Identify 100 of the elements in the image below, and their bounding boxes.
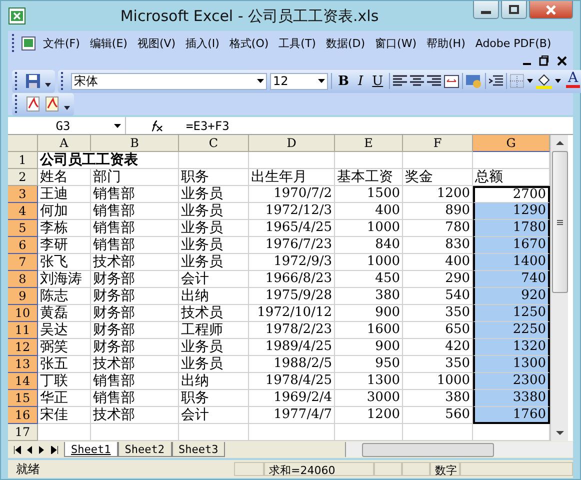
row-header[interactable]: 5	[8, 220, 38, 237]
dropdown-arrow-icon[interactable]	[257, 79, 264, 83]
last-sheet-icon[interactable]	[51, 446, 58, 454]
worksheet-icon[interactable]	[21, 35, 37, 51]
restore-icon[interactable]	[509, 5, 519, 14]
menu-item[interactable]: 数据(D)	[322, 34, 370, 52]
menu-item[interactable]: 编辑(E)	[86, 34, 132, 52]
bold-button[interactable]: B	[335, 72, 352, 90]
restore-button[interactable]	[501, 1, 527, 19]
underline-button[interactable]: U	[369, 72, 386, 90]
menu-item[interactable]: 帮助(H)	[422, 34, 470, 52]
table-cell: 1500	[335, 186, 403, 203]
column-header[interactable]: E	[335, 135, 403, 152]
table-cell: 1400	[473, 254, 550, 271]
previous-sheet-icon[interactable]	[27, 446, 33, 454]
table-cell: 技术员	[179, 305, 249, 322]
menu-item[interactable]: 文件(F)	[39, 34, 84, 52]
table-cell: 李栋	[38, 220, 91, 237]
table-cell: 技术部	[91, 254, 179, 271]
font-size-dropdown[interactable]: 12	[270, 72, 328, 90]
table-cell: 1250	[473, 305, 550, 322]
table-cell: 1670	[473, 237, 550, 254]
fill-color-icon[interactable]	[536, 73, 552, 89]
table-cell: 会计	[179, 407, 249, 424]
table-cell: 出纳	[179, 288, 249, 305]
restore-icon[interactable]	[539, 55, 549, 67]
next-sheet-icon[interactable]	[39, 446, 45, 454]
pdf-icon[interactable]	[25, 96, 41, 112]
menu-item[interactable]: Adobe PDF(B)	[471, 34, 556, 52]
table-cell: 业务员	[179, 186, 249, 203]
column-header[interactable]: D	[249, 135, 335, 152]
align-right-icon[interactable]	[427, 75, 442, 87]
pdf-icon[interactable]	[44, 96, 60, 112]
table-cell: 销售部	[91, 220, 179, 237]
close-button[interactable]	[529, 1, 573, 19]
row-header[interactable]: 11	[8, 322, 38, 339]
table-cell: 1978/4/25	[249, 373, 335, 390]
table-cell: 财务部	[91, 271, 179, 288]
row-header[interactable]: 7	[8, 254, 38, 271]
column-header[interactable]: F	[403, 135, 473, 152]
row-header[interactable]: 17	[8, 424, 38, 441]
sheet-tab[interactable]: Sheet1	[64, 442, 118, 457]
empty-cell	[403, 152, 473, 169]
column-header[interactable]: G	[473, 135, 550, 152]
align-left-icon[interactable]	[393, 75, 408, 87]
merge-center-icon[interactable]	[444, 74, 460, 88]
sum-readout: 求和=24060	[264, 462, 374, 476]
menu-item[interactable]: 工具(T)	[274, 34, 320, 52]
menu-item[interactable]: 视图(V)	[133, 34, 180, 52]
menu-item[interactable]: 插入(I)	[182, 34, 224, 52]
align-center-icon[interactable]	[410, 75, 424, 87]
column-header[interactable]: C	[179, 135, 249, 152]
column-header[interactable]: B	[91, 135, 179, 152]
column-header[interactable]: A	[38, 135, 91, 152]
font-color-button[interactable]: A	[564, 71, 581, 91]
excel-icon[interactable]	[8, 7, 26, 25]
row-header[interactable]: 3	[8, 186, 38, 203]
table-cell: 业务员	[179, 203, 249, 220]
row-header[interactable]: 8	[8, 271, 38, 288]
menu-item[interactable]: 格式(O)	[225, 34, 273, 52]
formula-field[interactable]: =E3+F3	[186, 118, 230, 132]
row-header[interactable]: 6	[8, 237, 38, 254]
dropdown-arrow-icon[interactable]	[527, 79, 534, 83]
function-icon[interactable]	[149, 120, 163, 132]
table-cell: 1300	[473, 356, 550, 373]
table-cell: 1988/2/5	[249, 356, 335, 373]
italic-button[interactable]: I	[355, 72, 366, 90]
dropdown-arrow-icon[interactable]	[114, 124, 121, 128]
row-header[interactable]: 4	[8, 203, 38, 220]
table-cell: 2300	[473, 373, 550, 390]
column-heading: 奖金	[403, 169, 473, 186]
menu-item[interactable]: 窗口(W)	[371, 34, 420, 52]
row-header[interactable]: 16	[8, 407, 38, 424]
save-icon[interactable]	[25, 73, 41, 89]
row-header[interactable]: 13	[8, 356, 38, 373]
row-header[interactable]: 14	[8, 373, 38, 390]
dropdown-arrow-icon[interactable]	[555, 79, 562, 83]
row-header[interactable]: 10	[8, 305, 38, 322]
grip-icon[interactable]	[556, 220, 562, 224]
table-cell: 业务员	[179, 339, 249, 356]
sheet-tab[interactable]: Sheet2	[118, 442, 172, 457]
row-header[interactable]: 2	[8, 169, 38, 186]
dropdown-arrow-icon[interactable]	[318, 79, 325, 83]
horizontal-scrollbar[interactable]	[345, 442, 573, 457]
font-dropdown[interactable]: 宋体	[71, 72, 267, 90]
row-header[interactable]: 15	[8, 390, 38, 407]
row-header[interactable]: 12	[8, 339, 38, 356]
vertical-scrollbar[interactable]	[550, 135, 568, 441]
status-text: 就绪	[15, 460, 41, 478]
table-cell: 销售部	[91, 203, 179, 220]
column-heading: 出生年月	[249, 169, 335, 186]
table-cell: 1320	[473, 339, 550, 356]
row-header[interactable]: 9	[8, 288, 38, 305]
sheet-tab[interactable]: Sheet3	[172, 442, 226, 457]
indent-icon[interactable]	[489, 74, 504, 88]
table-cell: 3000	[335, 390, 403, 407]
first-sheet-icon[interactable]	[14, 446, 21, 454]
row-header[interactable]: 1	[8, 152, 38, 169]
minimize-button[interactable]	[473, 1, 499, 19]
close-icon[interactable]	[557, 55, 567, 67]
